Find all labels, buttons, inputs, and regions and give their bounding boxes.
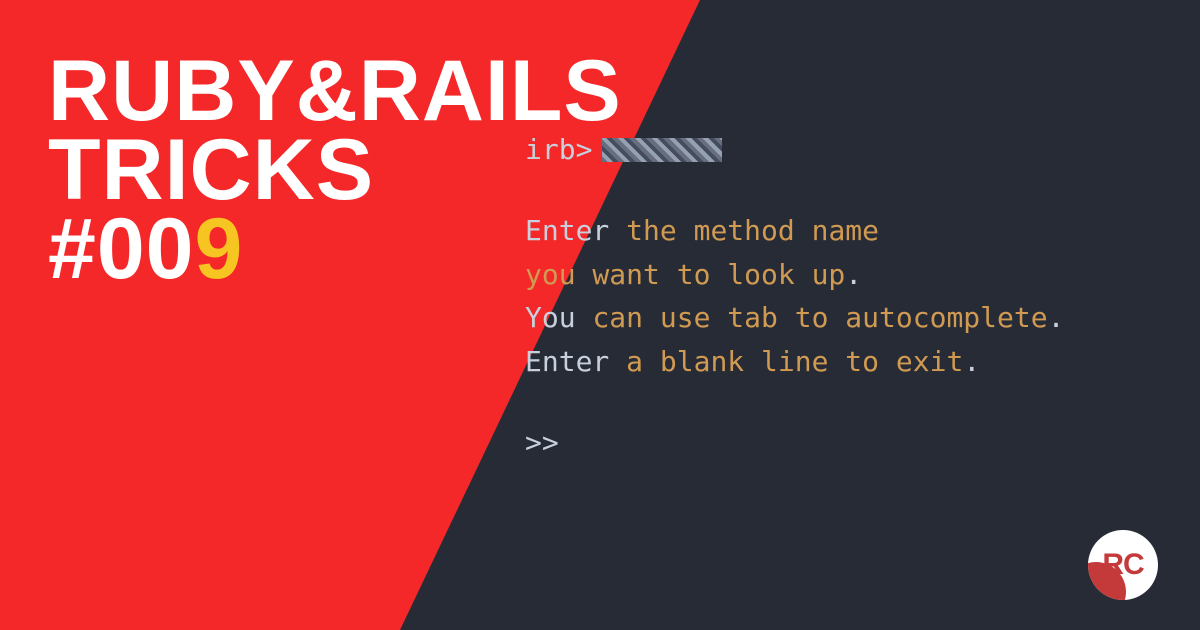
thumbnail-canvas: RUBY&RAILS TRICKS #009 irb> Enter the me… [0,0,1200,630]
terminal-line: Enter a blank line to exit. [525,340,1185,383]
terminal-line: Enter the method name [525,209,1185,252]
irb-prompt: irb> [525,128,592,171]
rc-logo: RC [1088,530,1158,600]
irb-prompt-row: irb> [525,128,1185,171]
rc-logo-text: RC [1102,548,1143,582]
title-num-white: 00 [97,201,195,297]
secondary-prompt: >> [525,421,1185,464]
obscured-command-icon [602,138,722,162]
title-line-1: RUBY&RAILS [48,52,622,131]
title-hash: # [48,201,97,297]
terminal-output: irb> Enter the method name you want to l… [525,128,1185,464]
terminal-line: you want to look up. [525,253,1185,296]
title-num-yellow: 9 [195,201,244,297]
terminal-line: You can use tab to autocomplete. [525,296,1185,339]
